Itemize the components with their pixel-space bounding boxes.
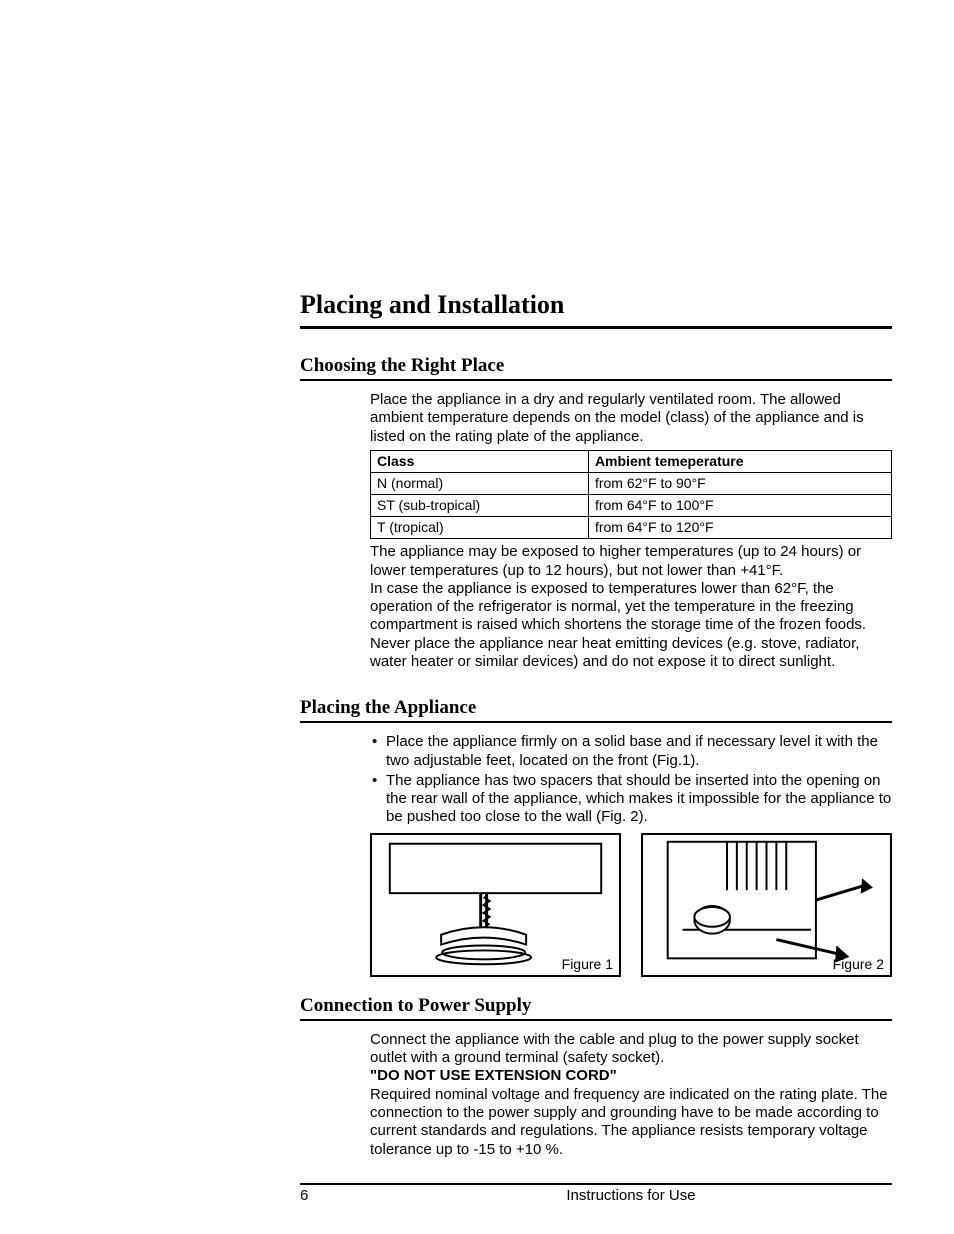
figure-2-label: Figure 2 xyxy=(833,956,884,973)
heading-rule xyxy=(300,1019,892,1021)
document-page: Placing and Installation Choosing the Ri… xyxy=(300,290,892,1159)
footer-title: Instructions for Use xyxy=(370,1187,892,1204)
table-row: ST (sub-tropical) from 64°F to 100°F xyxy=(371,495,892,517)
list-item: Place the appliance firmly on a solid ba… xyxy=(370,733,892,770)
power-p1: Connect the appliance with the cable and… xyxy=(370,1031,892,1068)
title-rule xyxy=(300,326,892,329)
table-cell: from 62°F to 90°F xyxy=(588,472,891,494)
heading-power: Connection to Power Supply xyxy=(300,995,892,1017)
table-header-class: Class xyxy=(371,450,589,472)
table-cell: T (tropical) xyxy=(371,517,589,539)
placing-body: Place the appliance firmly on a solid ba… xyxy=(370,733,892,976)
power-p2: Required nominal voltage and frequency a… xyxy=(370,1086,892,1159)
table-cell: from 64°F to 120°F xyxy=(588,517,891,539)
heading-choosing: Choosing the Right Place xyxy=(300,355,892,377)
choosing-after-2: In case the appliance is exposed to temp… xyxy=(370,580,892,671)
figure-1: Figure 1 xyxy=(370,833,621,977)
page-footer: 6 Instructions for Use xyxy=(300,1183,892,1204)
adjustable-foot-icon xyxy=(372,835,619,975)
choosing-after-1: The appliance may be exposed to higher t… xyxy=(370,543,892,580)
heading-rule xyxy=(300,379,892,381)
choosing-body: Place the appliance in a dry and regular… xyxy=(370,391,892,671)
figure-2: Figure 2 xyxy=(641,833,892,977)
heading-rule xyxy=(300,721,892,723)
table-cell: from 64°F to 100°F xyxy=(588,495,891,517)
table-header-temp: Ambient temeperature xyxy=(588,450,891,472)
table-cell: ST (sub-tropical) xyxy=(371,495,589,517)
table-cell: N (normal) xyxy=(371,472,589,494)
heading-placing: Placing the Appliance xyxy=(300,697,892,719)
page-number: 6 xyxy=(300,1187,370,1204)
table-row: T (tropical) from 64°F to 120°F xyxy=(371,517,892,539)
table-row: N (normal) from 62°F to 90°F xyxy=(371,472,892,494)
choosing-intro: Place the appliance in a dry and regular… xyxy=(370,391,892,446)
power-warning: "DO NOT USE EXTENSION CORD" xyxy=(370,1067,617,1084)
figure-1-label: Figure 1 xyxy=(562,956,613,973)
page-title: Placing and Installation xyxy=(300,290,892,322)
power-body: Connect the appliance with the cable and… xyxy=(370,1031,892,1159)
list-item: The appliance has two spacers that shoul… xyxy=(370,772,892,827)
temperature-table: Class Ambient temeperature N (normal) fr… xyxy=(370,450,892,539)
footer-rule xyxy=(300,1183,892,1185)
rear-spacer-icon xyxy=(643,835,890,975)
